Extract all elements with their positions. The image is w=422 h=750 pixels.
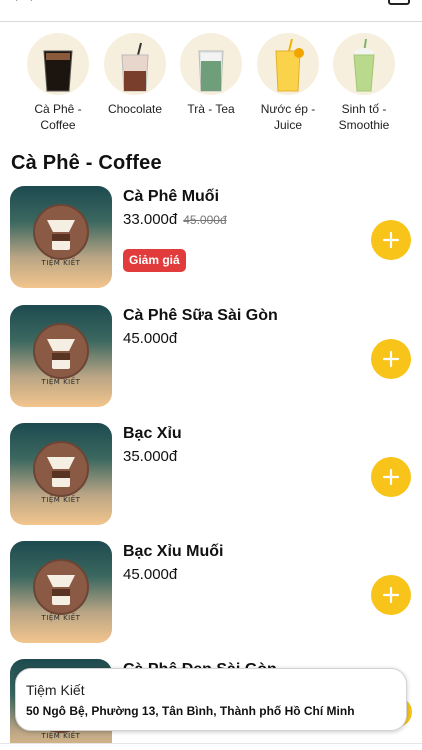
category-label: Nước ép - Juice (260, 102, 316, 132)
back-icon[interactable] (14, 0, 38, 6)
category-smoothie[interactable]: Sinh tố - Smoothie (326, 33, 402, 133)
product-card[interactable]: TIỆM KIẾT Bạc Xỉu 35.000đ (10, 423, 412, 527)
category-list: Cà Phê - Coffee Chocolate Trà - Tea Nước… (0, 33, 422, 138)
product-price: 35.000đ (123, 448, 178, 465)
store-address-card[interactable]: Tiệm Kiết 50 Ngô Bệ, Phường 13, Tân Bình… (15, 668, 407, 731)
smoothie-glass-icon (333, 33, 395, 95)
product-image: TIỆM KIẾT (10, 186, 112, 288)
old-price: 45.000đ (183, 213, 227, 227)
current-price: 33.000đ (123, 211, 178, 228)
chocolate-drink-icon (104, 33, 166, 95)
product-image: TIỆM KIẾT (10, 423, 112, 525)
add-to-cart-button[interactable] (371, 339, 411, 379)
plus-icon (382, 468, 400, 486)
category-juice[interactable]: Nước ép - Juice (250, 33, 326, 133)
category-label: Trà - Tea (187, 102, 235, 116)
store-name: Tiệm Kiết (26, 682, 85, 698)
plus-icon (382, 350, 400, 368)
plus-icon (382, 586, 400, 604)
brand-text: TIỆM KIẾT (41, 614, 81, 622)
add-to-cart-button[interactable] (371, 457, 411, 497)
tea-glass-icon (180, 33, 242, 95)
bottom-bar (0, 743, 422, 750)
add-to-cart-button[interactable] (371, 575, 411, 615)
brand-text: TIỆM KIẾT (41, 259, 81, 267)
product-price: 33.000đ 45.000đ (123, 211, 227, 228)
brand-logo-icon (33, 441, 89, 497)
store-address: 50 Ngô Bệ, Phường 13, Tân Bình, Thành ph… (26, 704, 355, 718)
category-chocolate[interactable]: Chocolate (97, 33, 173, 117)
category-coffee[interactable]: Cà Phê - Coffee (20, 33, 96, 133)
brand-logo-icon (33, 204, 89, 260)
product-name: Bạc Xỉu (123, 425, 182, 442)
plus-icon (382, 231, 400, 249)
product-price: 45.000đ (123, 330, 178, 347)
category-label: Chocolate (107, 102, 163, 116)
product-name: Bạc Xỉu Muối (123, 543, 224, 560)
menu-icon[interactable] (388, 0, 410, 6)
juice-glass-icon (257, 33, 319, 95)
brand-logo-icon (33, 323, 89, 379)
category-label: Sinh tố - Smoothie (338, 102, 390, 132)
coffee-glass-icon (27, 33, 89, 95)
product-card[interactable]: TIỆM KIẾT Cà Phê Sữa Sài Gòn 45.000đ (10, 305, 412, 409)
category-tea[interactable]: Trà - Tea (173, 33, 249, 117)
product-card[interactable]: TIỆM KIẾT Cà Phê Muối 33.000đ 45.000đ Giả… (10, 186, 412, 290)
product-name: Cà Phê Sữa Sài Gòn (123, 307, 278, 324)
brand-text: TIỆM KIẾT (41, 732, 81, 740)
brand-logo-icon (33, 559, 89, 615)
product-price: 45.000đ (123, 566, 178, 583)
top-bar (0, 0, 422, 22)
product-card[interactable]: TIỆM KIẾT Bạc Xỉu Muối 45.000đ (10, 541, 412, 645)
product-name: Cà Phê Muối (123, 188, 220, 205)
brand-text: TIỆM KIẾT (41, 378, 81, 386)
brand-text: TIỆM KIẾT (41, 496, 81, 504)
discount-badge: Giảm giá (123, 249, 186, 272)
section-title: Cà Phê - Coffee (11, 152, 162, 174)
category-label: Cà Phê - Coffee (34, 102, 82, 132)
product-image: TIỆM KIẾT (10, 541, 112, 643)
add-to-cart-button[interactable] (371, 220, 411, 260)
product-image: TIỆM KIẾT (10, 305, 112, 407)
